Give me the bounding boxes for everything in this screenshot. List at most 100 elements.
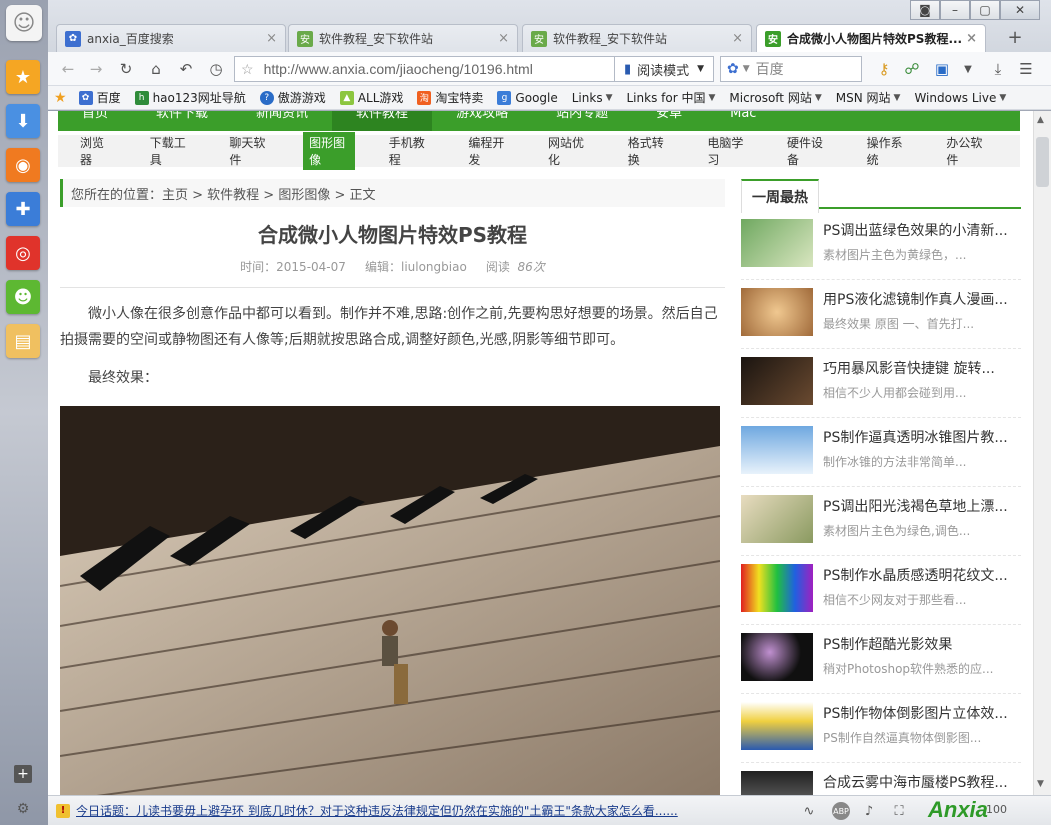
thumbnail-image[interactable] bbox=[741, 219, 813, 267]
list-item[interactable]: PS调出阳光浅褐色草地上漂... 素材图片主色为绿色,调色... bbox=[741, 487, 1021, 556]
rss-icon[interactable]: ◉ bbox=[6, 148, 40, 182]
bookmark-links-china[interactable]: Links for 中国 ▼ bbox=[627, 89, 716, 106]
sub-nav-item[interactable]: 操作系统 bbox=[861, 132, 913, 170]
list-item[interactable]: PS制作超酷光影效果 稍对Photoshop软件熟悉的应... bbox=[741, 625, 1021, 694]
thumbnail-image[interactable] bbox=[741, 633, 813, 681]
game-controller-icon[interactable]: ✚ bbox=[6, 192, 40, 226]
zoom-level[interactable]: 100 bbox=[986, 803, 1007, 816]
bookmark-baidu[interactable]: ✿ 百度 bbox=[78, 89, 121, 106]
read-mode-button[interactable]: ▮ 阅读模式 ▼ bbox=[614, 56, 714, 82]
sub-nav-item[interactable]: 办公软件 bbox=[940, 132, 992, 170]
volume-icon[interactable]: ♪ bbox=[860, 802, 878, 820]
chevron-down-icon[interactable]: ▼ bbox=[958, 59, 978, 79]
thumbnail-image[interactable] bbox=[741, 771, 813, 795]
item-title[interactable]: PS调出阳光浅褐色草地上漂... bbox=[823, 496, 1018, 516]
download-icon[interactable]: ⬇ bbox=[6, 104, 40, 138]
main-nav-item[interactable]: 安卓 bbox=[632, 111, 706, 131]
list-item[interactable]: 巧用暴风影音快捷键 旋转... 相信不少人用都会碰到用... bbox=[741, 349, 1021, 418]
weekly-hot-label[interactable]: 一周最热 bbox=[741, 179, 819, 213]
bookmark-google[interactable]: g Google bbox=[497, 90, 558, 105]
scrollbar-thumb[interactable] bbox=[1036, 137, 1049, 187]
item-title[interactable]: PS制作超酷光影效果 bbox=[823, 634, 1018, 654]
sub-nav-item[interactable]: 硬件设备 bbox=[781, 132, 833, 170]
sub-nav-item-selected[interactable]: 图形图像 bbox=[303, 132, 355, 170]
close-icon[interactable]: × bbox=[966, 31, 977, 46]
download-icon[interactable]: ⤓ bbox=[988, 59, 1008, 79]
close-icon[interactable]: × bbox=[266, 31, 277, 46]
favorites-star-icon[interactable]: ★ bbox=[54, 90, 67, 106]
item-title[interactable]: 合成云雾中海市蜃楼PS教程... bbox=[823, 772, 1018, 792]
main-nav-item[interactable]: 游戏攻略 bbox=[432, 111, 532, 131]
bookmark-taobao[interactable]: 淘 淘宝特卖 bbox=[417, 89, 483, 106]
sub-nav-item[interactable]: 电脑学习 bbox=[701, 132, 753, 170]
sub-nav-item[interactable]: 格式转换 bbox=[622, 132, 674, 170]
main-nav-item[interactable]: 新闻资讯 bbox=[232, 111, 332, 131]
settings-gear-icon[interactable]: ⚙ bbox=[14, 800, 32, 818]
list-item[interactable]: PS制作逼真透明冰锥图片教... 制作冰锥的方法非常简单... bbox=[741, 418, 1021, 487]
list-item[interactable]: PS制作物体倒影图片立体效... PS制作自然逼真物体倒影图... bbox=[741, 694, 1021, 763]
tab-3[interactable]: 安 软件教程_安下软件站 × bbox=[522, 24, 752, 52]
sub-nav-item[interactable]: 编程开发 bbox=[462, 132, 514, 170]
emoticon-icon[interactable]: ☻ bbox=[6, 280, 40, 314]
weibo-icon[interactable]: ◎ bbox=[6, 236, 40, 270]
undo-icon[interactable]: ↶ bbox=[176, 59, 196, 79]
sub-nav-item[interactable]: 手机教程 bbox=[383, 132, 435, 170]
bookmark-windows-live[interactable]: Windows Live ▼ bbox=[914, 91, 1006, 105]
list-item[interactable]: PS制作水晶质感透明花纹文... 相信不少网友对于那些看... bbox=[741, 556, 1021, 625]
list-item[interactable]: 合成云雾中海市蜃楼PS教程... bbox=[741, 763, 1021, 795]
item-title[interactable]: PS制作逼真透明冰锥图片教... bbox=[823, 427, 1018, 447]
news-ticker-link[interactable]: 今日话题：儿读书要毋上避孕环 到底几时休？对于这种违反法律规定但仍然在实施的"土… bbox=[76, 802, 678, 819]
main-nav-item[interactable]: Mac bbox=[706, 111, 780, 131]
back-icon[interactable]: ← bbox=[58, 59, 78, 79]
item-title[interactable]: PS制作水晶质感透明花纹文... bbox=[823, 565, 1018, 585]
sub-nav-item[interactable]: 聊天软件 bbox=[223, 132, 275, 170]
item-title[interactable]: PS制作物体倒影图片立体效... bbox=[823, 703, 1018, 723]
screenshot-icon[interactable]: ▣ bbox=[932, 59, 952, 79]
history-clock-icon[interactable]: ◷ bbox=[206, 59, 226, 79]
bookmark-microsoft[interactable]: Microsoft 网站 ▼ bbox=[729, 89, 821, 106]
thumbnail-image[interactable] bbox=[741, 357, 813, 405]
sub-nav-item[interactable]: 下载工具 bbox=[144, 132, 196, 170]
bookmark-all-games[interactable]: ▲ ALL游戏 bbox=[339, 89, 403, 106]
scroll-up-icon[interactable]: ▲ bbox=[1037, 115, 1044, 125]
home-icon[interactable]: ⌂ bbox=[146, 59, 166, 79]
menu-icon[interactable]: ☰ bbox=[1016, 59, 1036, 79]
close-icon[interactable]: × bbox=[498, 31, 509, 46]
item-title[interactable]: 用PS液化滤镜制作真人漫画... bbox=[823, 289, 1018, 309]
scroll-down-icon[interactable]: ▼ bbox=[1037, 779, 1044, 789]
item-title[interactable]: PS调出蓝绿色效果的小清新... bbox=[823, 220, 1018, 240]
new-tab-button[interactable]: + bbox=[1002, 26, 1028, 48]
close-window-button[interactable]: ✕ bbox=[1000, 0, 1040, 20]
pulse-icon[interactable]: ∿ bbox=[800, 802, 818, 820]
refresh-icon[interactable]: ↻ bbox=[116, 59, 136, 79]
chevron-down-icon[interactable]: ▼ bbox=[697, 64, 704, 74]
vertical-scrollbar[interactable]: ▲ ▼ bbox=[1033, 111, 1051, 795]
tab-1[interactable]: ✿ anxia_百度搜索 × bbox=[56, 24, 286, 52]
bookmark-aoyou-games[interactable]: ? 傲游游戏 bbox=[259, 89, 326, 106]
camera-icon[interactable]: ◙ bbox=[910, 0, 940, 20]
favorites-star-icon[interactable]: ★ bbox=[6, 60, 40, 94]
key-icon[interactable]: ⚷ bbox=[874, 59, 894, 79]
bookmark-links[interactable]: Links ▼ bbox=[572, 91, 613, 105]
list-item[interactable]: PS调出蓝绿色效果的小清新... 素材图片主色为黄绿色，... bbox=[741, 211, 1021, 280]
close-icon[interactable]: × bbox=[732, 31, 743, 46]
smile-face-icon[interactable]: ☺ bbox=[6, 5, 42, 41]
tab-2[interactable]: 安 软件教程_安下软件站 × bbox=[288, 24, 518, 52]
breadcrumb[interactable]: 您所在的位置：主页 > 软件教程 > 图形图像 > 正文 bbox=[60, 179, 725, 207]
main-nav-item[interactable]: 软件教程 bbox=[332, 111, 433, 131]
sub-nav-item[interactable]: 浏览器 bbox=[74, 132, 116, 170]
forward-icon[interactable]: → bbox=[86, 59, 106, 79]
add-icon[interactable]: + bbox=[14, 765, 32, 783]
main-nav-item[interactable]: 站内专题 bbox=[532, 111, 632, 131]
url-text[interactable]: http://www.anxia.com/jiaocheng/10196.htm… bbox=[264, 61, 533, 77]
main-nav-item[interactable]: 软件下载 bbox=[132, 111, 232, 131]
search-input[interactable]: ✿ ▼ 百度 bbox=[720, 56, 862, 82]
thumbnail-image[interactable] bbox=[741, 495, 813, 543]
fullscreen-icon[interactable]: ⛶ bbox=[890, 802, 908, 820]
maximize-button[interactable]: ▢ bbox=[970, 0, 1000, 20]
list-item[interactable]: 用PS液化滤镜制作真人漫画... 最终效果 原图 一、首先打... bbox=[741, 280, 1021, 349]
address-bar[interactable]: ☆ http://www.anxia.com/jiaocheng/10196.h… bbox=[234, 56, 664, 82]
main-nav-item[interactable]: 首页 bbox=[58, 111, 132, 131]
bookmark-msn[interactable]: MSN 网站 ▼ bbox=[836, 89, 901, 106]
minimize-button[interactable]: – bbox=[940, 0, 970, 20]
